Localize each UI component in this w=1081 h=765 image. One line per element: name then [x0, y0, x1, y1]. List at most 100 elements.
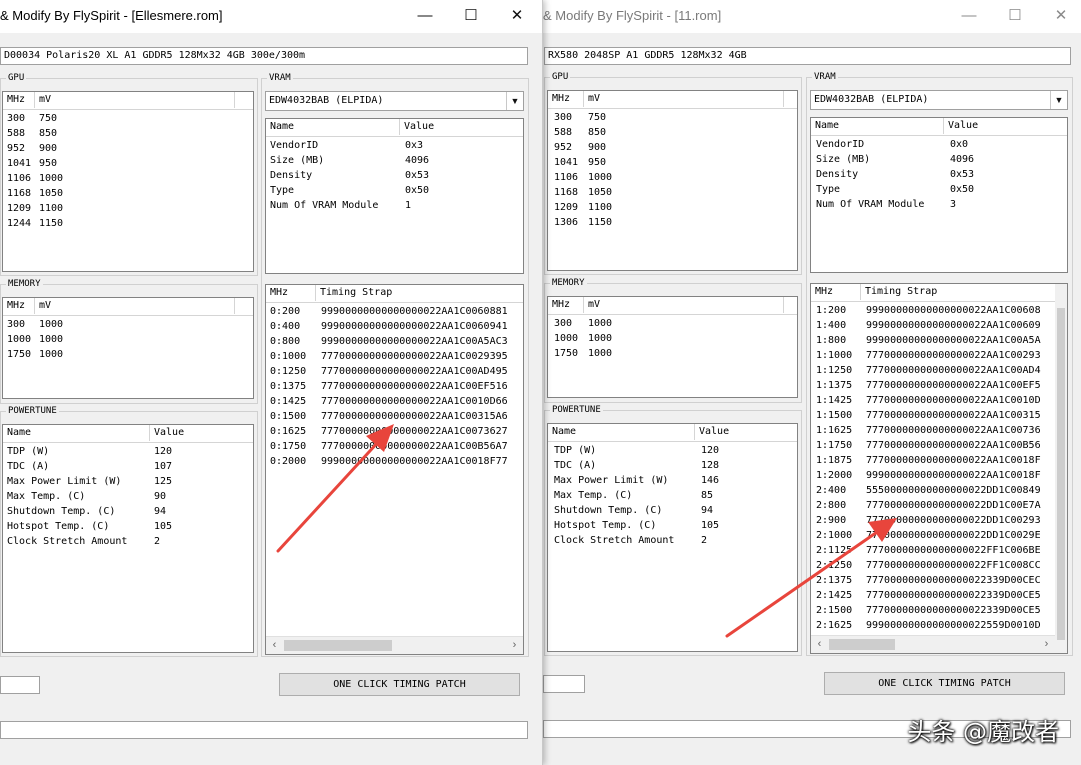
list-item[interactable]: 0:1500 77700000000000000022AA1C00315A6 [266, 409, 523, 424]
list-item[interactable]: 2:1000 77700000000000000022DD1C0029E [811, 528, 1067, 543]
column-header[interactable]: mV [35, 92, 235, 108]
scrollbar-thumb[interactable] [829, 639, 895, 650]
list-item[interactable]: 1168 1050 [3, 186, 253, 201]
column-header[interactable]: MHz [811, 284, 861, 300]
list-item[interactable]: 0:1750 77700000000000000022AA1C00B56A7 [266, 439, 523, 454]
list-item[interactable]: 1:1875 77700000000000000022AA1C0018F [811, 453, 1067, 468]
chevron-down-icon[interactable]: ▼ [506, 92, 523, 110]
one-click-timing-patch-button[interactable]: ONE CLICK TIMING PATCH [824, 672, 1065, 695]
column-header[interactable]: Value [944, 118, 1067, 134]
list-item[interactable]: 300 750 [548, 110, 797, 125]
column-header[interactable]: MHz [3, 92, 35, 108]
list-item[interactable]: 2:1250 77700000000000000022FF1C008CC [811, 558, 1067, 573]
list-item[interactable]: 0:1000 77700000000000000022AA1C0029395 [266, 349, 523, 364]
scroll-left-icon[interactable]: ‹ [811, 636, 828, 653]
list-item[interactable]: Shutdown Temp. (C) 94 [3, 504, 253, 519]
list-item[interactable]: TDP (W) 120 [3, 444, 253, 459]
column-header[interactable]: mV [35, 298, 235, 314]
list-item[interactable]: Type 0x50 [266, 183, 523, 198]
list-item[interactable]: VendorID 0x3 [266, 138, 523, 153]
minimize-icon[interactable]: — [946, 0, 992, 33]
gpu-info-field[interactable]: D00034 Polaris20 XL A1 GDDR5 128Mx32 4GB… [0, 47, 528, 65]
horizontal-scrollbar[interactable]: ‹ › [266, 636, 523, 654]
list-item[interactable]: 1:400 99900000000000000022AA1C00609 [811, 318, 1067, 333]
list-item[interactable]: 2:900 77700000000000000022DD1C00293 [811, 513, 1067, 528]
list-item[interactable]: 1:1000 77700000000000000022AA1C00293 [811, 348, 1067, 363]
list-item[interactable]: 1:1250 77700000000000000022AA1C00AD4 [811, 363, 1067, 378]
list-item[interactable]: 0:200 99900000000000000022AA1C0060881 [266, 304, 523, 319]
list-item[interactable]: 0:1425 77700000000000000022AA1C0010D66 [266, 394, 523, 409]
list-item[interactable]: 1:2000 99900000000000000022AA1C0018F [811, 468, 1067, 483]
list-item[interactable]: 0:400 99900000000000000022AA1C0060941 [266, 319, 523, 334]
timing-strap-list[interactable]: MHz Timing Strap 0:200 99900000000000000022… [265, 284, 524, 655]
list-item[interactable]: 300 1000 [3, 317, 253, 332]
list-item[interactable]: Density 0x53 [266, 168, 523, 183]
list-item[interactable]: Num Of VRAM Module 1 [266, 198, 523, 213]
column-header[interactable]: Timing Strap [316, 285, 523, 301]
list-item[interactable]: 2:800 77700000000000000022DD1C00E7A [811, 498, 1067, 513]
list-item[interactable]: 2:1375 77700000000000000022339D00CEC [811, 573, 1067, 588]
maximize-icon[interactable]: ☐ [448, 0, 494, 33]
list-item[interactable]: Num Of VRAM Module 3 [811, 197, 1067, 212]
list-item[interactable]: Size (MB) 4096 [811, 152, 1067, 167]
list-item[interactable]: 1:1500 77700000000000000022AA1C00315 [811, 408, 1067, 423]
one-click-timing-patch-button[interactable]: ONE CLICK TIMING PATCH [279, 673, 520, 696]
powertune-list[interactable]: Name Value TDP (W) 120 TDC (A) 107 Max Power L… [2, 424, 254, 653]
column-header[interactable]: MHz [548, 297, 584, 313]
list-item[interactable]: 0:1375 77700000000000000022AA1C00EF516 [266, 379, 523, 394]
list-item[interactable]: TDP (W) 120 [548, 443, 797, 458]
list-item[interactable]: Max Temp. (C) 85 [548, 488, 797, 503]
list-item[interactable]: 1209 1100 [548, 200, 797, 215]
list-item[interactable]: 588 850 [548, 125, 797, 140]
column-header[interactable]: Value [400, 119, 523, 135]
list-item[interactable]: 1:800 99900000000000000022AA1C00A5A [811, 333, 1067, 348]
scroll-right-icon[interactable]: › [506, 637, 523, 654]
list-item[interactable]: Hotspot Temp. (C) 105 [548, 518, 797, 533]
gpu-clock-list[interactable]: MHz mV 300 750 588 850 952 900 1041 950 1106 1000 11… [547, 90, 798, 271]
column-header[interactable]: Name [548, 424, 695, 440]
list-item[interactable]: 1:1750 77700000000000000022AA1C00B56 [811, 438, 1067, 453]
column-header[interactable]: Value [695, 424, 797, 440]
list-item[interactable]: VendorID 0x0 [811, 137, 1067, 152]
close-icon[interactable]: ✕ [1038, 0, 1081, 33]
list-item[interactable]: 1:1375 77700000000000000022AA1C00EF5 [811, 378, 1067, 393]
maximize-icon[interactable]: ☐ [992, 0, 1038, 33]
title-bar[interactable]: & Modify By FlySpirit - [Ellesmere.rom] … [0, 0, 542, 33]
list-item[interactable]: 300 1000 [548, 316, 797, 331]
list-item[interactable]: Max Power Limit (W) 125 [3, 474, 253, 489]
list-item[interactable]: 1:200 99900000000000000022AA1C00608 [811, 303, 1067, 318]
list-item[interactable]: 1106 1000 [548, 170, 797, 185]
list-item[interactable]: 1750 1000 [3, 347, 253, 362]
memory-clock-list[interactable]: MHz mV 300 1000 1000 1000 1750 1000 [547, 296, 798, 398]
list-item[interactable]: 2:1425 77700000000000000022339D00CE5 [811, 588, 1067, 603]
list-item[interactable]: Shutdown Temp. (C) 94 [548, 503, 797, 518]
scroll-right-icon[interactable]: › [1038, 636, 1055, 653]
gpu-clock-list[interactable]: MHz mV 300 750 588 850 952 900 1041 950 1106 1000 11… [2, 91, 254, 272]
list-item[interactable]: 1000 1000 [3, 332, 253, 347]
column-header[interactable]: Value [150, 425, 253, 441]
status-field[interactable] [0, 676, 40, 694]
vertical-scrollbar[interactable] [1055, 284, 1067, 640]
list-item[interactable]: 1106 1000 [3, 171, 253, 186]
list-item[interactable]: 300 750 [3, 111, 253, 126]
vram-select[interactable]: EDW4032BAB (ELPIDA) ▼ [265, 91, 524, 111]
list-item[interactable]: Density 0x53 [811, 167, 1067, 182]
list-item[interactable]: TDC (A) 128 [548, 458, 797, 473]
scrollbar-thumb[interactable] [284, 640, 392, 651]
list-item[interactable]: 0:1625 77700000000000000022AA1C0073627 [266, 424, 523, 439]
list-item[interactable]: 0:800 99900000000000000022AA1C00A5AC3 [266, 334, 523, 349]
column-header[interactable]: Timing Strap [861, 284, 1067, 300]
list-item[interactable]: Clock Stretch Amount 2 [3, 534, 253, 549]
minimize-icon[interactable]: — [402, 0, 448, 33]
column-header[interactable]: Name [811, 118, 944, 134]
scroll-left-icon[interactable]: ‹ [266, 637, 283, 654]
list-item[interactable]: 1:1625 77700000000000000022AA1C00736 [811, 423, 1067, 438]
list-item[interactable]: 2:400 55500000000000000022DD1C00849 [811, 483, 1067, 498]
list-item[interactable]: 1244 1150 [3, 216, 253, 231]
list-item[interactable]: Max Temp. (C) 90 [3, 489, 253, 504]
vram-info-list[interactable]: Name Value VendorID 0x0 Size (MB) 4096 Density… [810, 117, 1068, 273]
list-item[interactable]: 1041 950 [3, 156, 253, 171]
list-item[interactable]: 588 850 [3, 126, 253, 141]
chevron-down-icon[interactable]: ▼ [1050, 91, 1067, 109]
list-item[interactable]: 0:1250 77700000000000000022AA1C00AD495 [266, 364, 523, 379]
